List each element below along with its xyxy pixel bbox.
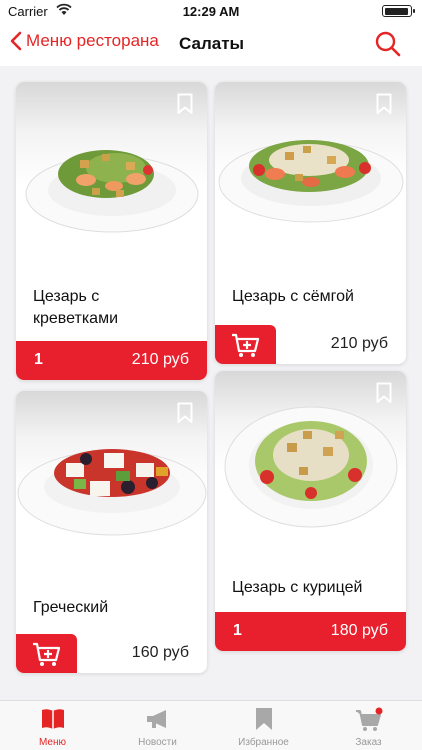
product-name: Греческий xyxy=(33,599,109,616)
product-name: Цезарь с креветками xyxy=(33,288,118,327)
product-price: 210 руб xyxy=(131,351,189,368)
product-card[interactable]: Греческий 160 руб xyxy=(16,391,207,673)
product-price: 180 руб xyxy=(330,622,388,639)
bookmark-icon[interactable] xyxy=(376,382,392,404)
tab-label: Меню xyxy=(38,737,67,748)
tab-label: Заказ xyxy=(355,737,382,748)
search-icon[interactable] xyxy=(374,30,402,58)
bookmark-icon xyxy=(255,708,272,730)
cart-quantity-bar[interactable]: 1 180 руб xyxy=(215,612,406,651)
product-card[interactable]: Цезарь с креветками 1 210 руб xyxy=(16,82,207,380)
clock: 12:29 AM xyxy=(182,4,240,19)
chevron-left-icon xyxy=(10,31,22,51)
product-price: 210 руб xyxy=(330,335,388,352)
tab-menu[interactable]: Меню xyxy=(0,701,105,750)
add-to-cart-button[interactable] xyxy=(215,325,276,364)
cart-quantity: 1 xyxy=(34,351,43,368)
order-badge xyxy=(375,707,382,715)
back-button[interactable]: Меню ресторана xyxy=(10,31,159,51)
cart-quantity-bar[interactable]: 1 210 руб xyxy=(16,341,207,380)
tab-bar: Меню Новости Избранное Заказ xyxy=(0,700,422,750)
page-title: Салаты xyxy=(179,34,245,53)
product-price: 160 руб xyxy=(131,644,189,661)
back-button-label: Меню ресторана xyxy=(26,31,159,50)
tab-label: Избранное xyxy=(238,737,289,748)
tab-news[interactable]: Новости xyxy=(105,701,210,750)
product-card[interactable]: Цезарь с сёмгой 210 руб xyxy=(215,82,406,364)
product-card[interactable]: Цезарь с курицей 1 180 руб xyxy=(215,371,406,651)
bookmark-icon[interactable] xyxy=(177,93,193,115)
product-name: Цезарь с сёмгой xyxy=(232,288,354,305)
cart-icon xyxy=(355,707,382,731)
tab-favorites[interactable]: Избранное xyxy=(211,701,316,750)
battery-icon xyxy=(382,5,415,17)
cart-plus-icon xyxy=(232,333,260,357)
status-bar: Carrier 12:29 AM xyxy=(0,0,422,22)
cart-plus-icon xyxy=(33,642,61,666)
product-grid: Цезарь с креветками 1 210 руб Цезарь с с… xyxy=(0,66,422,698)
bookmark-icon[interactable] xyxy=(177,402,193,424)
bookmark-icon[interactable] xyxy=(376,93,392,115)
cart-quantity: 1 xyxy=(233,622,242,639)
book-icon xyxy=(41,709,64,729)
navigation-bar: Меню ресторана Салаты xyxy=(0,22,422,66)
tab-label: Новости xyxy=(138,737,177,748)
megaphone-icon xyxy=(146,710,166,728)
tab-order[interactable]: Заказ xyxy=(316,701,421,750)
product-name: Цезарь с курицей xyxy=(232,579,363,596)
add-to-cart-button[interactable] xyxy=(16,634,77,673)
